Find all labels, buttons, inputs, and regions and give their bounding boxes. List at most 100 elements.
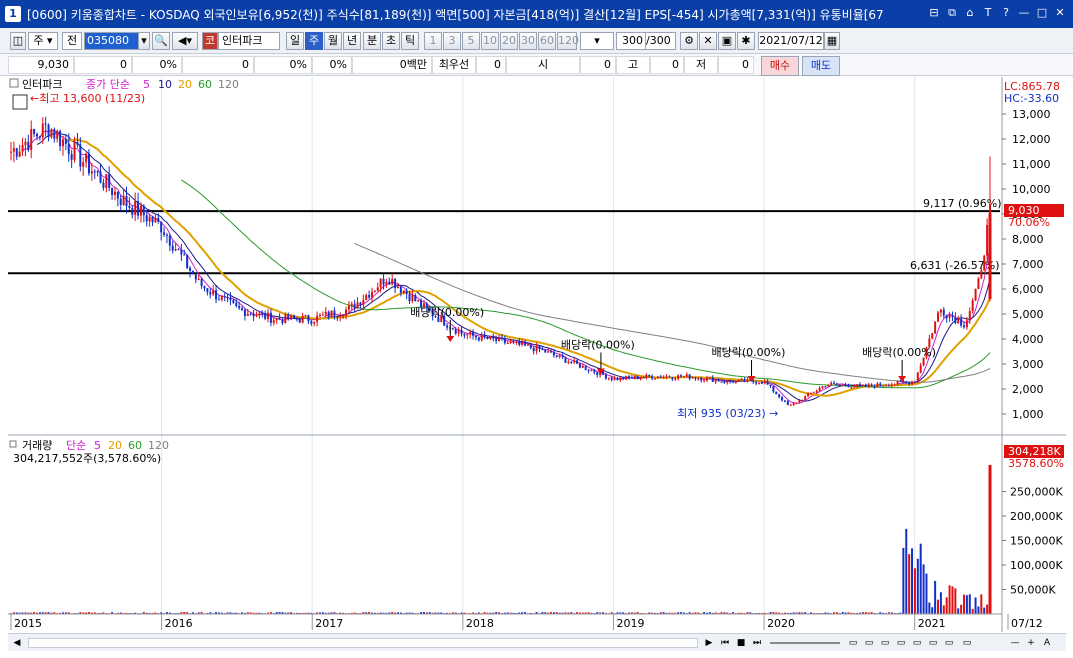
candle-body [801,399,804,401]
volume-bar [916,558,919,614]
zoom-in-icon[interactable]: + [1024,636,1038,650]
candle-body [111,187,114,195]
view-icon-5[interactable]: ▭ [910,636,924,650]
forward-icon[interactable]: ⏭ [750,636,764,650]
layout-icon[interactable]: ⊟ [927,6,941,20]
info-volume: 0 [182,56,254,74]
candle-body [304,315,307,317]
period-month-button[interactable]: 월 [324,32,342,50]
candle-body [220,295,223,300]
save-icon[interactable]: ▣ [718,32,736,50]
calendar-icon[interactable]: ▦ [824,32,840,50]
chart-type-icon[interactable]: ◫ [10,32,26,50]
candle-body [350,303,353,306]
count-input[interactable]: 300 [616,32,646,50]
candle-body [102,182,105,188]
crosshair-icon[interactable]: ✕ [699,32,717,50]
candle-body [835,383,838,385]
x-tick-label: 2016 [165,617,193,630]
stock-chart[interactable]: 인터파크 종가 단순 5 10 20 60 120 LC:865.78 HC:-… [8,77,1066,632]
view-icon-4[interactable]: ▭ [894,636,908,650]
period-week-button[interactable]: 주 [305,32,323,50]
rewind-icon[interactable]: ⏮ [718,636,732,650]
info-turnover-pct: 0% [312,56,352,74]
maximize-button[interactable]: □ [1035,6,1049,20]
period-year-button[interactable]: 년 [343,32,361,50]
pin-icon[interactable]: ⌂ [963,6,977,20]
scroll-track[interactable] [28,638,698,648]
interval-10-button[interactable]: 10 [481,32,499,50]
candle-body [795,402,798,404]
period-day-button[interactable]: 일 [286,32,304,50]
interval-60-button[interactable]: 60 [538,32,556,50]
close-button[interactable]: ✕ [1053,6,1067,20]
code-dropdown-icon[interactable]: ▾ [138,32,150,50]
view-icon-7[interactable]: ▭ [942,636,956,650]
search-icon[interactable]: 🔍 [152,32,170,50]
interval-30-button[interactable]: 30 [519,32,537,50]
sell-button[interactable]: 매도 [802,56,840,76]
interval-20-button[interactable]: 20 [500,32,518,50]
prev-button[interactable]: 전 [62,32,82,50]
chart-area[interactable]: 인터파크 종가 단순 5 10 20 60 120 LC:865.78 HC:-… [8,77,1066,632]
scroll-right-icon[interactable]: ▶ [702,636,716,650]
zoom-slider[interactable] [770,642,840,644]
interval-120-button[interactable]: 120 [557,32,579,50]
candle-body [163,232,166,235]
auto-scale-icon[interactable]: A [1040,636,1054,650]
stop-icon[interactable]: ■ [734,636,748,650]
view-icon-1[interactable]: ▭ [846,636,860,650]
chart-scrollbar[interactable]: ◀ ▶ ⏮ ■ ⏭ ▭ ▭ ▭ ▭ ▭ ▭ ▭ ▭ — + A [8,633,1066,651]
candle-body [613,378,616,380]
indicator-icon[interactable]: ⚙ [680,32,698,50]
candle-body [226,296,229,298]
minimize-button[interactable]: — [1017,6,1031,20]
candle-body [394,278,397,289]
candle-body [882,385,885,387]
candle-body [495,338,498,341]
period-tick-button[interactable]: 틱 [401,32,419,50]
settings-icon[interactable]: ✱ [737,32,755,50]
volume-bar [919,543,922,614]
interval-5-button[interactable]: 5 [462,32,480,50]
view-icon-3[interactable]: ▭ [878,636,892,650]
candle-body [963,325,966,328]
candle-body [844,384,847,386]
volume-panel-name: 거래량 [22,439,52,452]
view-icon-8[interactable]: ▭ [960,636,974,650]
candle-body [272,320,275,323]
candle-body [457,330,460,334]
sound-icon[interactable]: ◀▾ [172,32,198,50]
interval-1-button[interactable]: 1 [424,32,442,50]
candle-body [769,384,772,387]
date-input[interactable]: 2021/07/12 [758,32,824,50]
stock-code-input[interactable]: 035080 [84,32,142,50]
copy-icon[interactable]: ⧉ [945,6,959,20]
candle-body [105,174,108,188]
view-icon-6[interactable]: ▭ [926,636,940,650]
x-tick-label: 07/12 [1011,617,1043,630]
custom-interval-input[interactable]: ▾ [580,32,614,50]
window-icon[interactable]: 1 [5,6,21,22]
candle-body [532,347,535,352]
candle-body [324,311,327,315]
period-minute-button[interactable]: 분 [363,32,381,50]
candle-body [191,270,194,275]
scroll-left-icon[interactable]: ◀ [10,636,24,650]
grid-toggle-icon[interactable] [12,94,28,110]
buy-button[interactable]: 매수 [761,56,799,76]
volume-bar [977,606,980,614]
period-second-button[interactable]: 초 [382,32,400,50]
view-icon-2[interactable]: ▭ [862,636,876,650]
candle-body [385,281,388,285]
candle-body [252,314,255,317]
interval-3-button[interactable]: 3 [443,32,461,50]
text-icon[interactable]: T [981,6,995,20]
candle-body [483,334,486,338]
candle-body [330,310,333,318]
help-icon[interactable]: ? [999,6,1013,20]
zoom-out-icon[interactable]: — [1008,636,1022,650]
price-tick-label: 11,000 [1012,158,1051,171]
period-select[interactable]: 주 ▾ [28,32,58,50]
candle-body [778,394,781,398]
